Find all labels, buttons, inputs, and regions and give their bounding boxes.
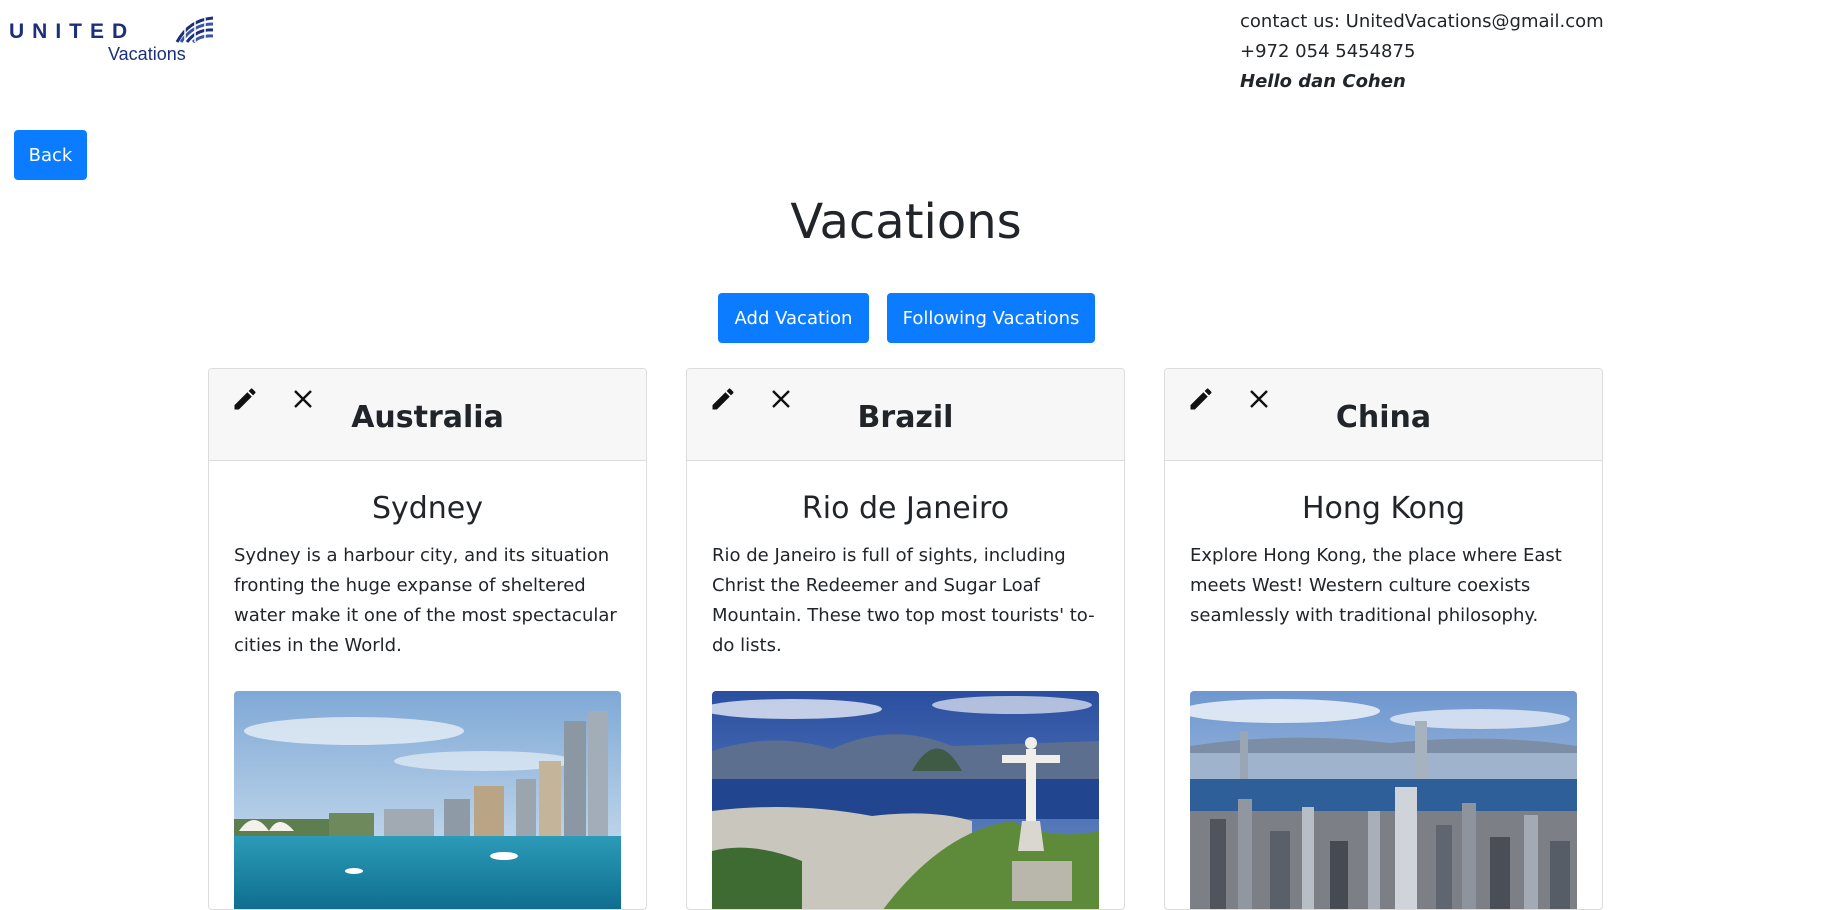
user-greeting: Hello dan Cohen <box>1240 71 1406 92</box>
logo-wordmark: UNITED <box>9 20 136 43</box>
vacation-card: Brazil Rio de Janeiro Rio de Janeiro is … <box>686 368 1125 910</box>
card-header: China <box>1165 369 1602 461</box>
globe-logo-icon <box>175 16 215 44</box>
card-description: Sydney is a harbour city, and its situat… <box>234 545 617 656</box>
card-country: Australia <box>351 400 504 435</box>
contact-phone: +972 054 5454875 <box>1240 41 1416 62</box>
card-city: Rio de Janeiro <box>801 491 1010 526</box>
card-description: Rio de Janeiro is full of sights, includ… <box>712 545 1095 656</box>
card-country: China <box>1335 400 1432 435</box>
vacation-card: China Hong Kong Explore Hong Kong, the p… <box>1164 368 1603 910</box>
logo-subtitle: Vacations <box>108 44 186 64</box>
following-vacations-button[interactable]: Following Vacations <box>887 293 1095 343</box>
page-title: Vacations <box>790 194 1022 250</box>
united-vacations-logo: UNITED Vacations <box>9 16 215 68</box>
card-description: Explore Hong Kong, the place where East … <box>1190 545 1562 626</box>
sydney-photo <box>234 691 621 909</box>
card-city: Sydney <box>371 491 484 526</box>
add-vacation-button[interactable]: Add Vacation <box>718 293 869 343</box>
contact-email: contact us: UnitedVacations@gmail.com <box>1240 11 1604 32</box>
rio-photo <box>712 691 1099 909</box>
card-city: Hong Kong <box>1301 491 1466 526</box>
card-header: Brazil <box>687 369 1124 461</box>
card-header: Australia <box>209 369 646 461</box>
contact-info: contact us: UnitedVacations@gmail.com +9… <box>1240 7 1604 97</box>
card-country: Brazil <box>857 400 954 435</box>
vacation-card: Australia Sydney Sydney is a harbour cit… <box>208 368 647 910</box>
back-button[interactable]: Back <box>14 130 87 180</box>
hong-kong-photo <box>1190 691 1577 909</box>
